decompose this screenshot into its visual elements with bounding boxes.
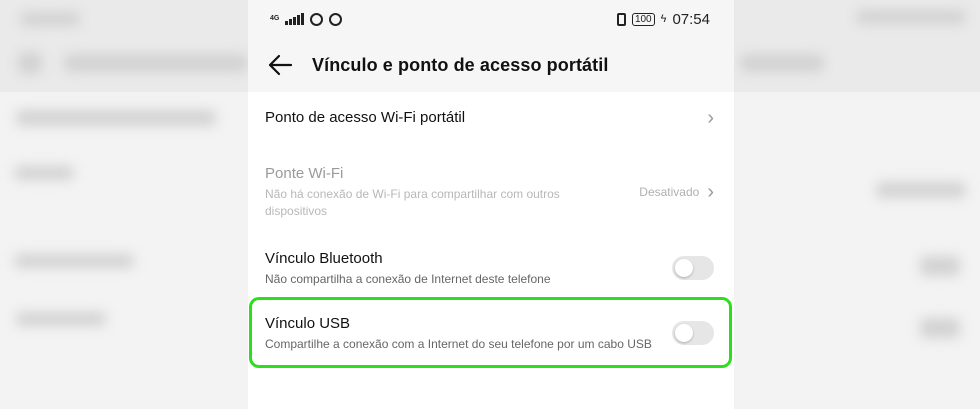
background-blur-shape bbox=[740, 54, 824, 72]
background-blur-shape bbox=[20, 12, 80, 26]
usb-tethering-title: Vínculo USB bbox=[265, 314, 351, 332]
bluetooth-tethering-toggle[interactable] bbox=[672, 256, 714, 280]
usb-tethering-toggle[interactable] bbox=[672, 321, 714, 345]
usb-tethering-texts: Vínculo USB Compartilhe a conexão com a … bbox=[265, 314, 672, 353]
background-blur-shape bbox=[856, 10, 966, 24]
charging-icon: ϟ bbox=[660, 13, 667, 25]
hotspot-icon bbox=[309, 12, 323, 26]
back-arrow-icon bbox=[268, 54, 293, 76]
whatsapp-icon bbox=[328, 12, 342, 26]
back-button[interactable] bbox=[248, 38, 312, 92]
wifi-hotspot-title: Ponto de acesso Wi-Fi portátil bbox=[265, 109, 466, 126]
app-bar: Vínculo e ponto de acesso portátil bbox=[248, 38, 734, 92]
wifi-hotspot-texts: Ponto de acesso Wi-Fi portátil bbox=[265, 108, 707, 128]
usb-tethering-subtitle: Compartilhe a conexão com a Internet do … bbox=[265, 336, 652, 351]
background-blur-shape bbox=[16, 312, 106, 326]
signal-icon bbox=[285, 13, 304, 25]
status-right: 100 ϟ 07:54 bbox=[616, 10, 710, 28]
wifi-bridge-state: Desativado bbox=[639, 185, 700, 199]
phone-screen: 4G 100 ϟ 07:54 Vínculo e ponto de acesso… bbox=[248, 0, 734, 409]
background-blur-shape bbox=[14, 254, 134, 268]
status-bar: 4G 100 ϟ 07:54 bbox=[248, 0, 734, 38]
chevron-right-icon: › bbox=[707, 107, 714, 129]
bluetooth-tethering-title: Vínculo Bluetooth bbox=[265, 249, 383, 267]
background-blur-shape bbox=[920, 256, 960, 276]
background-blur-shape bbox=[876, 182, 966, 198]
bluetooth-tethering-subtitle: Não compartilha a conexão de Internet de… bbox=[265, 271, 551, 286]
battery-icon: 100 bbox=[631, 12, 655, 26]
background-blur-shape bbox=[14, 166, 74, 180]
wifi-bridge-title: Ponte Wi-Fi bbox=[265, 165, 344, 182]
wifi-hotspot-item[interactable]: Ponto de acesso Wi-Fi portátil › bbox=[248, 92, 734, 144]
background-blur-shape bbox=[16, 110, 216, 126]
usb-tethering-item: Vínculo USB Compartilhe a conexão com a … bbox=[248, 306, 734, 360]
wifi-bridge-subtitle: Não há conexão de Wi-Fi para compartilha… bbox=[265, 187, 560, 218]
background-blur-shape bbox=[18, 52, 42, 74]
bluetooth-tethering-texts: Vínculo Bluetooth Não compartilha a cone… bbox=[265, 249, 672, 288]
network-type: 4G bbox=[270, 15, 280, 22]
clock: 07:54 bbox=[672, 10, 710, 28]
background-blur-shape bbox=[64, 54, 248, 72]
page-title: Vínculo e ponto de acesso portátil bbox=[312, 54, 609, 75]
wifi-bridge-texts: Ponte Wi-Fi Não há conexão de Wi-Fi para… bbox=[265, 164, 639, 220]
vibrate-icon bbox=[616, 12, 626, 26]
chevron-right-icon: › bbox=[707, 181, 714, 203]
wifi-bridge-item[interactable]: Ponte Wi-Fi Não há conexão de Wi-Fi para… bbox=[248, 162, 734, 222]
bluetooth-tethering-item: Vínculo Bluetooth Não compartilha a cone… bbox=[248, 246, 734, 290]
status-left: 4G bbox=[270, 12, 342, 26]
background-blur-shape bbox=[920, 318, 960, 338]
